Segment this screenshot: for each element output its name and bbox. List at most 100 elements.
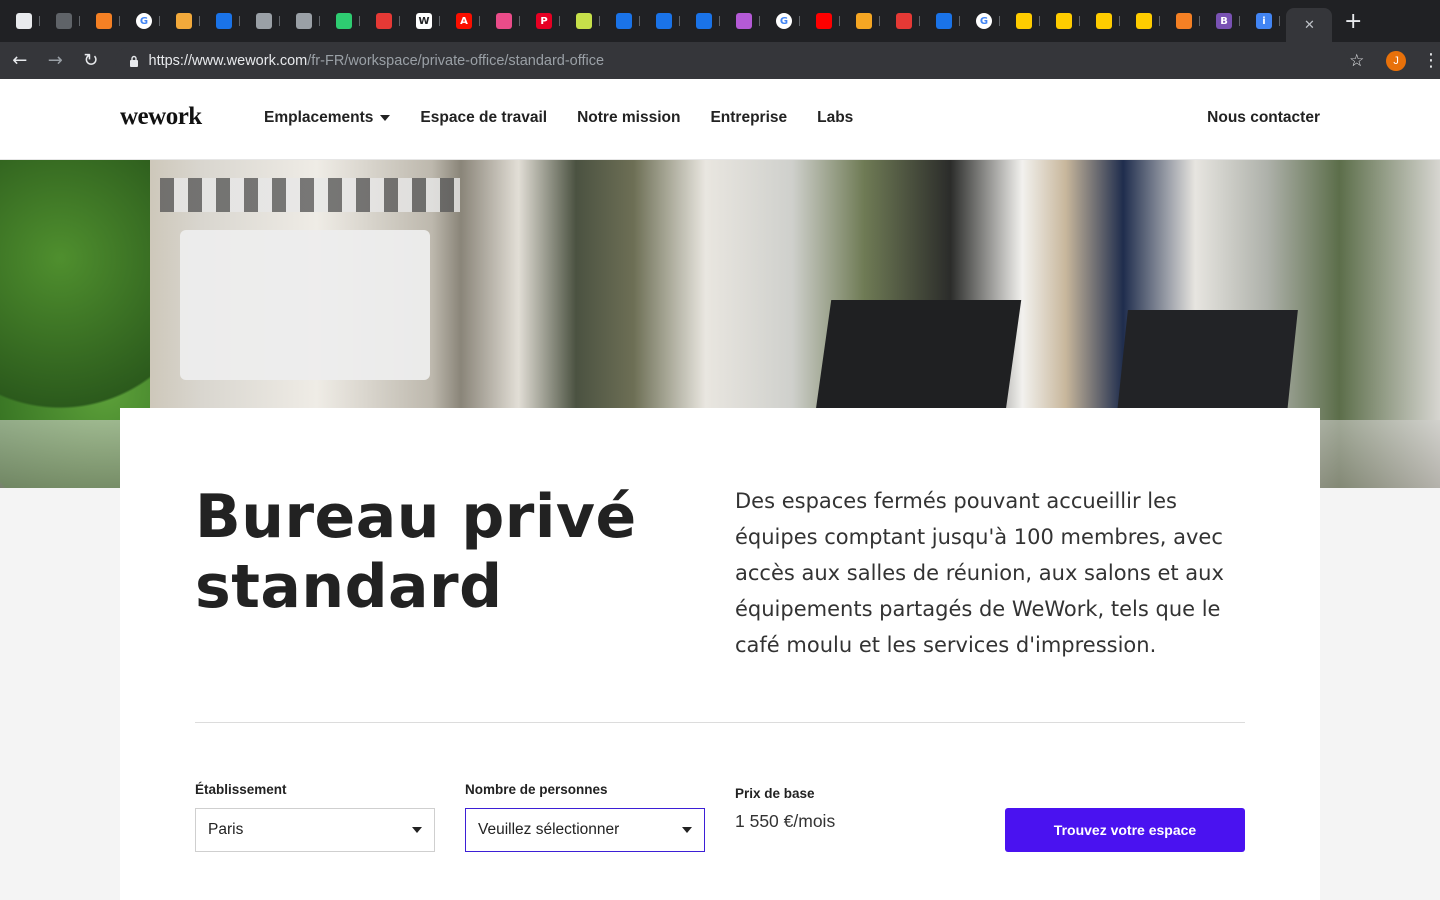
ghost-icon <box>16 13 32 29</box>
browser-tab[interactable]: i <box>1246 0 1286 42</box>
profile-avatar[interactable]: J <box>1386 50 1406 71</box>
browser-tab[interactable] <box>1126 0 1166 42</box>
browser-tab[interactable] <box>686 0 726 42</box>
browser-tab[interactable]: W <box>406 0 446 42</box>
tab-strip: G W A P G G Bi <box>6 0 1286 42</box>
tab-separator <box>119 16 120 26</box>
address-bar[interactable]: https://www.wework.com/fr-FR/workspace/p… <box>114 46 1350 75</box>
tab-separator <box>999 16 1000 26</box>
calendar-icon <box>216 13 232 29</box>
browser-tab[interactable] <box>206 0 246 42</box>
pencil-icon <box>336 13 352 29</box>
tab-separator <box>639 16 640 26</box>
chevron-down-icon <box>412 827 422 833</box>
back-arrow-icon[interactable]: ← <box>4 50 36 71</box>
active-tab[interactable]: E ✕ <box>1286 8 1369 124</box>
tab-separator <box>759 16 760 26</box>
tab-separator <box>359 16 360 26</box>
browser-tab[interactable] <box>46 0 86 42</box>
mountain-icon <box>176 13 192 29</box>
browser-tab[interactable]: A <box>446 0 486 42</box>
calendar-icon <box>696 13 712 29</box>
nav-item-emplacements[interactable]: Emplacements <box>264 109 391 127</box>
browser-tab[interactable] <box>286 0 326 42</box>
tab-separator <box>679 16 680 26</box>
browser-tab[interactable] <box>1046 0 1086 42</box>
lock-icon <box>129 55 139 67</box>
find-space-button[interactable]: Trouvez votre espace <box>1005 808 1245 852</box>
new-tab-button[interactable]: + <box>1344 9 1362 34</box>
forward-arrow-icon[interactable]: → <box>40 50 72 71</box>
bookmark-star-icon[interactable]: ☆ <box>1349 51 1364 71</box>
browser-tab[interactable] <box>846 0 886 42</box>
browser-tab[interactable] <box>1006 0 1046 42</box>
base-price-label: Prix de base <box>735 786 815 801</box>
browser-tab[interactable] <box>246 0 286 42</box>
wework-logo[interactable]: wework <box>120 103 202 131</box>
tab-separator <box>839 16 840 26</box>
tab-separator <box>719 16 720 26</box>
people-count-label: Nombre de personnes <box>465 782 608 797</box>
contact-link[interactable]: Nous contacter <box>1207 109 1320 127</box>
close-tab-icon[interactable]: ✕ <box>1304 17 1315 33</box>
browser-tab[interactable] <box>1086 0 1126 42</box>
people-count-select[interactable]: Veuillez sélectionner <box>465 808 705 852</box>
browser-tab[interactable] <box>486 0 526 42</box>
nav-item-espace-de-travail[interactable]: Espace de travail <box>420 109 547 127</box>
refresh-red-icon <box>376 13 392 29</box>
nav-item-entreprise[interactable]: Entreprise <box>710 109 787 127</box>
pinterest-icon: P <box>536 13 552 29</box>
tab-separator <box>599 16 600 26</box>
tab-separator <box>79 16 80 26</box>
reload-icon[interactable]: ↻ <box>75 50 107 71</box>
youtube-icon <box>816 13 832 29</box>
browser-toolbar: ← → ↻ https://www.wework.com/fr-FR/works… <box>0 42 1440 79</box>
browser-tab[interactable]: B <box>1206 0 1246 42</box>
browser-tab[interactable] <box>6 0 46 42</box>
nav-item-labs[interactable]: Labs <box>817 109 853 127</box>
browser-tab[interactable] <box>166 0 206 42</box>
tab-separator <box>1199 16 1200 26</box>
dribbble-icon <box>496 13 512 29</box>
browser-tab[interactable]: P <box>526 0 566 42</box>
google-icon: G <box>136 13 152 29</box>
layers-icon <box>576 13 592 29</box>
tab-separator <box>959 16 960 26</box>
people-count-value: Veuillez sélectionner <box>478 821 620 838</box>
tab-separator <box>1279 16 1280 26</box>
product-description: Des espaces fermés pouvant accueillir le… <box>735 489 1224 657</box>
establishment-value: Paris <box>208 821 244 838</box>
browser-tab[interactable]: G <box>966 0 1006 42</box>
tab-separator <box>439 16 440 26</box>
browser-tab[interactable] <box>366 0 406 42</box>
browser-tab[interactable]: G <box>766 0 806 42</box>
chevron-down-icon <box>682 827 692 833</box>
browser-tab[interactable] <box>1166 0 1206 42</box>
nav-item-notre-mission[interactable]: Notre mission <box>577 109 680 127</box>
photo-shelf <box>160 178 460 212</box>
stack-overflow-icon <box>96 13 112 29</box>
tab-separator <box>399 16 400 26</box>
tab-separator <box>559 16 560 26</box>
menu-kebab-icon[interactable]: ⋮ <box>1422 50 1440 71</box>
establishment-select[interactable]: Paris <box>195 808 435 852</box>
browser-tab[interactable] <box>606 0 646 42</box>
stack-overflow-icon <box>1176 13 1192 29</box>
dhl-icon <box>1136 13 1152 29</box>
browser-tab[interactable] <box>326 0 366 42</box>
browser-tab[interactable] <box>886 0 926 42</box>
main-nav: Emplacements Espace de travail Notre mis… <box>264 109 853 127</box>
calendar-icon <box>616 13 632 29</box>
browser-tab[interactable] <box>566 0 606 42</box>
base-price-value: 1 550 €/mois <box>735 811 836 831</box>
browser-tab[interactable] <box>926 0 966 42</box>
browser-tab[interactable] <box>646 0 686 42</box>
page-title: Bureau privé standard <box>195 482 637 622</box>
tab-separator <box>319 16 320 26</box>
tab-separator <box>159 16 160 26</box>
browser-tab[interactable] <box>726 0 766 42</box>
browser-tab[interactable]: G <box>126 0 166 42</box>
browser-tab[interactable] <box>806 0 846 42</box>
browser-tab[interactable] <box>86 0 126 42</box>
info-icon: i <box>1256 13 1272 29</box>
